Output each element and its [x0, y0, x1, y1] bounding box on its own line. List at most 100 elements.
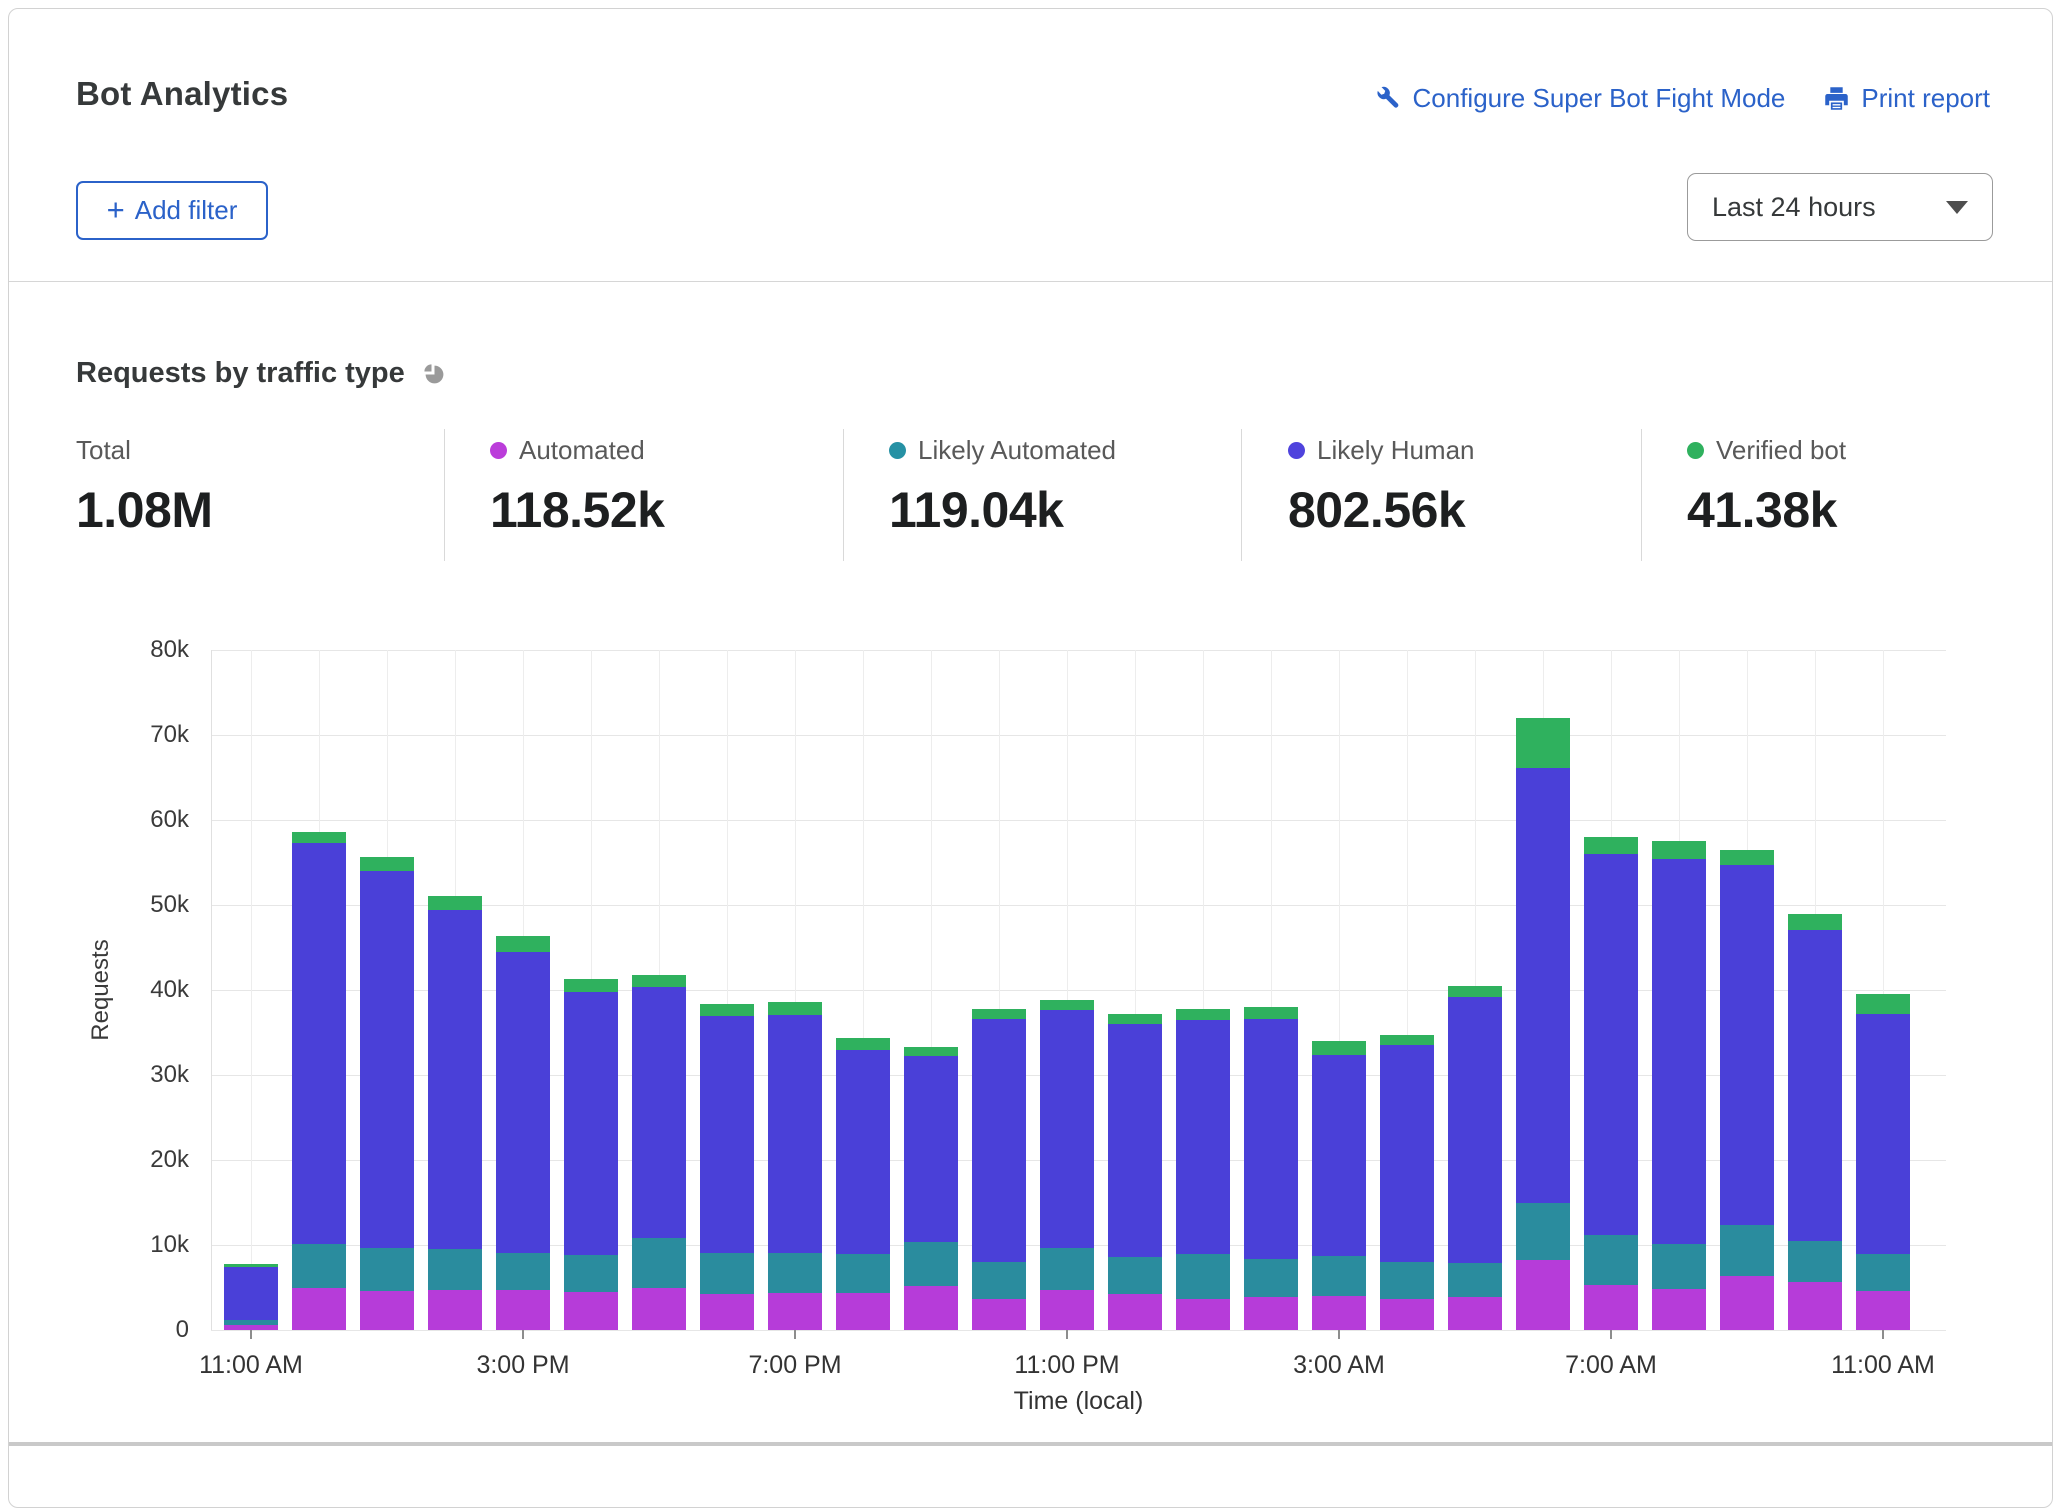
chart-gridline-h	[211, 735, 1946, 736]
chart-plot-area[interactable]	[211, 650, 1946, 1330]
bar-segment-automated	[292, 1288, 346, 1331]
bar-segment-likely-automated	[292, 1244, 346, 1287]
x-tick-mark	[1610, 1330, 1612, 1339]
bar-segment-likely-human	[1448, 997, 1502, 1263]
bar-segment-verified-bot	[972, 1009, 1026, 1019]
stat-verified-bot-label: Verified bot	[1716, 435, 1846, 466]
bar-segment-automated	[972, 1299, 1026, 1330]
bar-segment-likely-automated	[836, 1254, 890, 1293]
printer-icon	[1823, 85, 1850, 112]
bar-segment-automated	[1516, 1260, 1570, 1330]
bar-segment-likely-automated	[700, 1253, 754, 1295]
bar-segment-verified-bot	[1040, 1000, 1094, 1010]
chevron-down-icon	[1946, 201, 1968, 214]
x-tick-label: 11:00 AM	[1773, 1351, 1993, 1380]
chart-gridline-h	[211, 1330, 1946, 1331]
bar-segment-likely-automated	[224, 1320, 278, 1325]
bar-segment-automated	[360, 1291, 414, 1330]
bar-segment-automated	[632, 1288, 686, 1330]
bar-segment-likely-automated	[1040, 1248, 1094, 1291]
stat-likely-human-value: 802.56k	[1288, 481, 1475, 539]
stat-automated-label: Automated	[519, 435, 645, 466]
time-range-select[interactable]: Last 24 hours	[1687, 173, 1993, 241]
automated-dot-icon	[490, 442, 507, 459]
bar-segment-likely-automated	[1312, 1256, 1366, 1296]
bar-segment-likely-automated	[1176, 1254, 1230, 1299]
bar-segment-likely-automated	[1108, 1257, 1162, 1294]
bar-segment-automated	[564, 1292, 618, 1330]
bar-segment-verified-bot	[1652, 841, 1706, 859]
bar-segment-likely-human	[700, 1016, 754, 1253]
bar-segment-likely-automated	[632, 1238, 686, 1288]
x-tick-label: 3:00 PM	[413, 1351, 633, 1380]
bar-segment-likely-human	[1244, 1019, 1298, 1259]
y-tick-label: 70k	[49, 721, 189, 749]
y-tick-label: 30k	[49, 1061, 189, 1089]
bar-segment-verified-bot	[1584, 837, 1638, 854]
bar-segment-likely-human	[1720, 865, 1774, 1225]
bar-segment-likely-automated	[1448, 1263, 1502, 1297]
bar-segment-verified-bot	[1856, 994, 1910, 1014]
bar-segment-verified-bot	[1448, 986, 1502, 997]
bar-segment-verified-bot	[632, 975, 686, 988]
chart-axis-line	[211, 650, 212, 1330]
stat-likely-automated[interactable]: Likely Automated 119.04k	[889, 433, 1116, 539]
bar-segment-likely-automated	[1380, 1262, 1434, 1299]
bar-segment-likely-human	[1652, 859, 1706, 1244]
chart-gridline-h	[211, 650, 1946, 651]
bar-segment-likely-human	[1380, 1045, 1434, 1262]
plus-icon: +	[107, 194, 125, 225]
bar-segment-likely-human	[1312, 1055, 1366, 1256]
likely-human-dot-icon	[1288, 442, 1305, 459]
bar-segment-likely-human	[564, 992, 618, 1256]
bar-segment-automated	[428, 1290, 482, 1330]
stat-divider	[1641, 429, 1642, 561]
x-tick-label: 7:00 PM	[685, 1351, 905, 1380]
configure-link-label: Configure Super Bot Fight Mode	[1413, 83, 1786, 114]
stat-total-label: Total	[76, 435, 131, 466]
bar-segment-automated	[1244, 1297, 1298, 1330]
y-tick-label: 20k	[49, 1146, 189, 1174]
bar-segment-likely-automated	[564, 1255, 618, 1292]
stat-verified-bot[interactable]: Verified bot 41.38k	[1687, 433, 1846, 539]
section-bottom-divider	[9, 1442, 2052, 1446]
bar-segment-likely-human	[1108, 1024, 1162, 1257]
bar-segment-likely-human	[1788, 930, 1842, 1241]
bar-segment-likely-automated	[768, 1253, 822, 1293]
x-tick-label: 3:00 AM	[1229, 1351, 1449, 1380]
x-tick-label: 11:00 AM	[141, 1351, 361, 1380]
bar-segment-likely-human	[1040, 1010, 1094, 1247]
stat-automated[interactable]: Automated 118.52k	[490, 433, 664, 539]
stat-likely-automated-label: Likely Automated	[918, 435, 1116, 466]
bar-segment-likely-human	[224, 1267, 278, 1320]
bar-segment-automated	[1176, 1299, 1230, 1330]
bar-segment-verified-bot	[292, 832, 346, 843]
print-report-label: Print report	[1861, 83, 1990, 114]
y-tick-label: 40k	[49, 976, 189, 1004]
bar-segment-likely-automated	[1244, 1259, 1298, 1297]
bar-segment-automated	[1652, 1289, 1706, 1330]
pie-chart-icon	[421, 361, 445, 390]
stat-verified-bot-value: 41.38k	[1687, 481, 1846, 539]
bar-segment-verified-bot	[1108, 1014, 1162, 1024]
bar-segment-likely-human	[360, 871, 414, 1248]
print-report-link[interactable]: Print report	[1823, 83, 1990, 114]
stat-likely-human[interactable]: Likely Human 802.56k	[1288, 433, 1475, 539]
bar-segment-likely-human	[768, 1015, 822, 1253]
bar-segment-likely-automated	[972, 1262, 1026, 1299]
configure-super-bot-fight-mode-link[interactable]: Configure Super Bot Fight Mode	[1375, 83, 1786, 114]
bar-segment-automated	[1720, 1276, 1774, 1330]
bar-segment-verified-bot	[768, 1002, 822, 1015]
bar-segment-likely-automated	[904, 1242, 958, 1285]
page-title: Bot Analytics	[76, 75, 288, 113]
bar-segment-automated	[700, 1294, 754, 1330]
bar-segment-likely-human	[836, 1050, 890, 1255]
bar-segment-verified-bot	[1720, 850, 1774, 865]
section-title: Requests by traffic type	[76, 357, 405, 390]
bar-segment-verified-bot	[700, 1004, 754, 1015]
y-tick-label: 80k	[49, 636, 189, 664]
x-tick-mark	[250, 1330, 252, 1339]
add-filter-button[interactable]: + Add filter	[76, 181, 268, 240]
bar-segment-automated	[1108, 1294, 1162, 1330]
bar-segment-automated	[836, 1293, 890, 1330]
